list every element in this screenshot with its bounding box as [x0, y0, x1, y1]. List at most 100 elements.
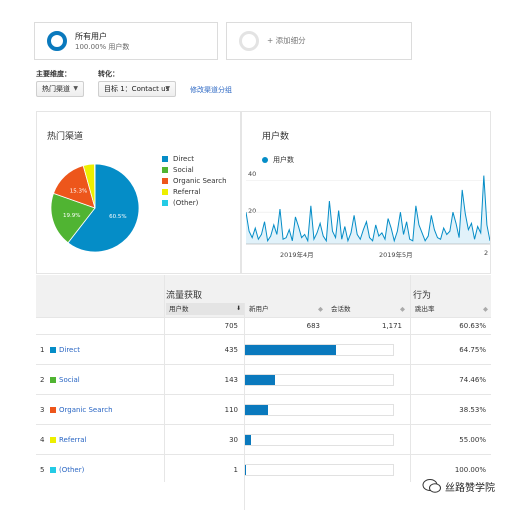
col-users-header[interactable]: 用户数 ⬇: [166, 303, 244, 315]
share-bar-fill: [245, 435, 252, 445]
pie-legend-item: Direct: [162, 153, 227, 164]
pie-panel-title: 热门渠道: [47, 132, 84, 142]
totals-row: 705 683 1,171 60.63%: [36, 317, 491, 334]
col-sessions-header[interactable]: 会话数 ◆: [328, 303, 408, 315]
legend-swatch: [162, 177, 168, 184]
legend-dot-icon: [262, 156, 268, 163]
watermark: 丝路赞学院: [422, 478, 495, 494]
add-segment-label: + 添加细分: [267, 36, 306, 45]
col-bounce-header[interactable]: 跳出率 ◆: [412, 303, 491, 315]
divider: [244, 303, 245, 510]
legend-swatch: [162, 199, 168, 206]
channel-link[interactable]: Referral: [59, 436, 87, 444]
cell-bounce-rate: 55.00%: [459, 436, 486, 444]
cell-users: 1: [233, 466, 238, 474]
cell-users: 110: [224, 406, 238, 414]
pie-legend-label: Referral: [173, 187, 201, 196]
share-bar-fill: [245, 375, 276, 385]
conversion-value: 目标 1：Contact us: [104, 85, 170, 93]
pie-legend: Direct Social Organic Search Referral (Other…: [162, 153, 227, 208]
x-tick-may: 2019年5月: [379, 251, 413, 259]
sort-icon: ◆: [400, 305, 405, 313]
share-bar: [244, 404, 394, 416]
row-index: 2: [40, 376, 45, 384]
total-sessions: 1,171: [381, 322, 402, 330]
cell-users: 30: [229, 436, 238, 444]
total-users: 705: [224, 322, 238, 330]
pie-legend-label: Organic Search: [173, 176, 227, 185]
pie-legend-label: (Other): [173, 198, 199, 207]
share-bar-fill: [245, 465, 246, 475]
row-color-swatch: [50, 407, 56, 413]
row-color-swatch: [50, 467, 56, 473]
col-new-users-header[interactable]: 新用户 ◆: [246, 303, 326, 315]
x-tick-next: 2: [484, 249, 489, 257]
pie-legend-item: Referral: [162, 186, 227, 197]
conversion-dropdown[interactable]: 目标 1：Contact us ▼: [98, 81, 176, 97]
pie-slice-label: 19.9%: [63, 213, 80, 219]
watermark-text: 丝路赞学院: [445, 482, 495, 494]
col-users-label: 用户数: [169, 305, 189, 313]
cell-bounce-rate: 74.46%: [459, 376, 486, 384]
group-behavior: 行为: [413, 291, 432, 301]
pie-slice-label: 60.5%: [109, 214, 126, 220]
primary-dimension-label: 主要维度：: [36, 70, 71, 78]
channel-link[interactable]: Organic Search: [59, 406, 113, 414]
row-index: 5: [40, 466, 45, 474]
edit-channel-grouping-link[interactable]: 修改渠道分组: [190, 85, 232, 95]
channel-link[interactable]: Social: [59, 376, 80, 384]
cell-bounce-rate: 100.00%: [454, 466, 486, 474]
table-row: 4 Referral 30 55.00%: [36, 424, 491, 454]
channel-link[interactable]: (Other): [59, 466, 84, 474]
table-row: 1 Direct 435 64.75%: [36, 334, 491, 364]
segment-subtitle: 100.00% 用户数: [75, 42, 130, 51]
pie-legend-label: Social: [173, 165, 194, 174]
channel-link[interactable]: Direct: [59, 346, 80, 354]
primary-dimension-dropdown[interactable]: 热门渠道 ▼: [36, 81, 84, 97]
legend-swatch: [162, 155, 168, 162]
col-sessions-label: 会话数: [331, 305, 351, 313]
pie-legend-item: Organic Search: [162, 175, 227, 186]
chevron-down-icon: ▼: [165, 85, 170, 92]
share-bar: [244, 374, 394, 386]
x-tick-apr: 2019年4月: [280, 251, 314, 259]
cell-bounce-rate: 38.53%: [459, 406, 486, 414]
col-new-users-label: 新用户: [249, 305, 269, 313]
group-acquisition: 流量获取: [166, 291, 203, 301]
line-legend: 用户数: [262, 154, 294, 165]
row-index: 1: [40, 346, 45, 354]
share-bar-fill: [245, 345, 337, 355]
empty-segment-circle-icon: [239, 31, 259, 51]
pie-chart: 60.5% 19.9% 15.3%: [50, 163, 140, 253]
cell-bounce-rate: 64.75%: [459, 346, 486, 354]
share-bar: [244, 344, 394, 356]
sort-desc-icon: ⬇: [235, 305, 241, 312]
chevron-down-icon: ▼: [73, 85, 78, 92]
wechat-icon: [422, 479, 441, 493]
row-color-swatch: [50, 377, 56, 383]
total-new-users: 683: [306, 322, 320, 330]
col-bounce-label: 跳出率: [415, 305, 435, 313]
add-segment-button[interactable]: + 添加细分: [226, 22, 412, 60]
row-color-swatch: [50, 437, 56, 443]
share-bar-fill: [245, 405, 269, 415]
share-bar: [244, 434, 394, 446]
line-chart: [246, 175, 490, 245]
conversion-label: 转化：: [98, 70, 119, 78]
divider: [410, 275, 411, 482]
segment-title: 所有用户: [75, 31, 107, 41]
line-panel-title: 用户数: [262, 132, 290, 142]
table-row: 3 Organic Search 110 38.53%: [36, 394, 491, 424]
divider: [164, 275, 165, 482]
table-row: 2 Social 143 74.46%: [36, 364, 491, 394]
segment-circle-icon: [47, 31, 67, 51]
total-bounce-rate: 60.63%: [459, 322, 486, 330]
sort-icon: ◆: [318, 305, 323, 313]
segment-all-users[interactable]: 所有用户 100.00% 用户数: [34, 22, 218, 60]
primary-dimension-value: 热门渠道: [42, 85, 70, 93]
line-legend-label: 用户数: [273, 155, 294, 164]
pie-legend-label: Direct: [173, 154, 194, 163]
cell-users: 143: [224, 376, 238, 384]
row-color-swatch: [50, 347, 56, 353]
legend-swatch: [162, 166, 168, 173]
